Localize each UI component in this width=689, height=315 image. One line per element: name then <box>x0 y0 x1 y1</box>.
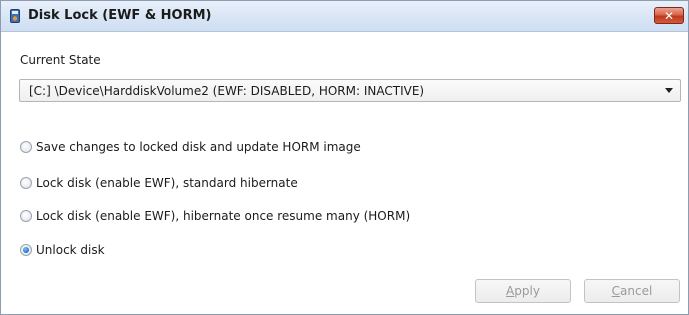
apply-button[interactable]: Apply <box>475 279 571 303</box>
option-label: Lock disk (enable EWF), hibernate once r… <box>36 209 411 223</box>
radio-save-changes[interactable] <box>20 141 32 153</box>
radio-lock-standard[interactable] <box>20 177 32 189</box>
current-state-label: Current State <box>20 53 101 67</box>
cancel-button[interactable]: Cancel <box>584 279 680 303</box>
window-title: Disk Lock (EWF & HORM) <box>28 8 212 23</box>
disk-lock-app-icon <box>10 9 20 23</box>
option-label: Unlock disk <box>36 243 105 257</box>
close-button[interactable]: ✕ <box>654 7 684 24</box>
option-label: Lock disk (enable EWF), standard hiberna… <box>36 176 298 190</box>
cancel-mnemonic: C <box>611 284 621 298</box>
cancel-label: ancel <box>620 284 653 298</box>
apply-label: pply <box>514 284 540 298</box>
radio-lock-horm[interactable] <box>20 210 32 222</box>
radio-unlock[interactable] <box>20 244 32 256</box>
current-state-dropdown[interactable]: [C:] \Device\HarddiskVolume2 (EWF: DISAB… <box>19 79 681 102</box>
option-label: Save changes to locked disk and update H… <box>36 140 361 154</box>
disk-lock-dialog: Disk Lock (EWF & HORM) ✕ Current State [… <box>0 0 689 315</box>
title-bar[interactable]: Disk Lock (EWF & HORM) ✕ <box>1 1 688 32</box>
close-icon: ✕ <box>663 9 675 23</box>
current-state-value: [C:] \Device\HarddiskVolume2 (EWF: DISAB… <box>29 84 425 98</box>
chevron-down-icon <box>665 88 673 93</box>
